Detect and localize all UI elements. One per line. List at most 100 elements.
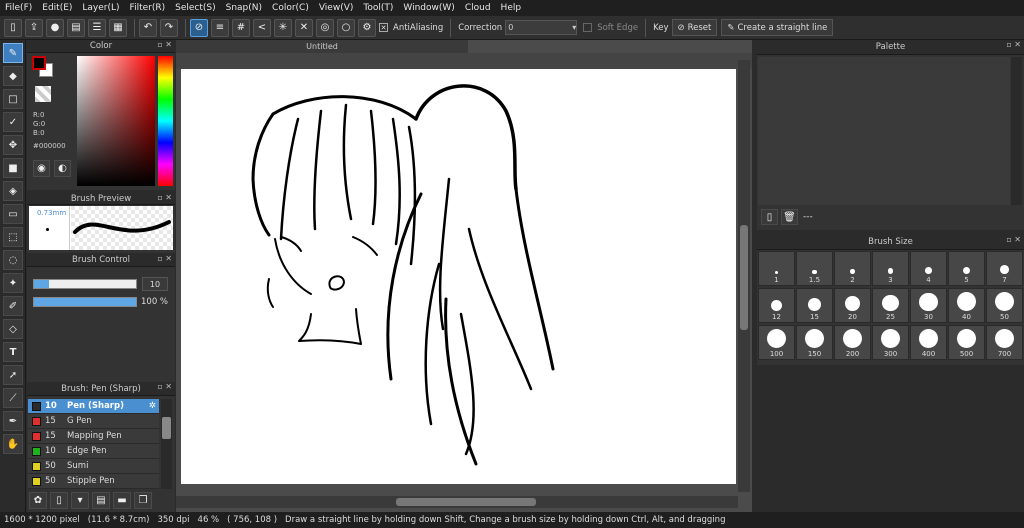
color-picker-icon[interactable]: ◐	[54, 160, 71, 177]
brush-list-item[interactable]: 50 Sumi	[28, 459, 159, 474]
menu-item[interactable]: Tool(T)	[363, 3, 393, 13]
canvas-vertical-scrollbar[interactable]	[738, 60, 750, 492]
list-icon[interactable]: ☰	[88, 18, 106, 37]
dot-tool-icon[interactable]: ✓	[3, 112, 23, 132]
select-eraser-tool-icon[interactable]: ◇	[3, 319, 23, 339]
delete-palette-icon[interactable]: 🗑	[781, 209, 798, 225]
new-palette-icon[interactable]: ▯	[761, 209, 778, 225]
rectangle-tool-icon[interactable]: □	[3, 89, 23, 109]
brush-list-scroll-thumb[interactable]	[162, 417, 171, 439]
duplicate-icon[interactable]: ❐	[134, 492, 152, 509]
snap-circle-icon[interactable]: ○	[337, 18, 355, 37]
snap-perspective-icon[interactable]: <	[253, 18, 271, 37]
folder-icon[interactable]: ▬	[113, 492, 131, 509]
brush-size-option[interactable]: 300	[872, 325, 909, 360]
page-icon[interactable]: ▤	[67, 18, 85, 37]
brush-list-item[interactable]: 50 Stipple Pen	[28, 474, 159, 489]
undo-icon[interactable]: ↶	[139, 18, 157, 37]
brush-size-option[interactable]: 4	[910, 251, 947, 286]
brush-size-option[interactable]: 1.5	[796, 251, 833, 286]
comment-icon[interactable]: ●	[46, 18, 64, 37]
brush-list-item[interactable]: 15 Mapping Pen	[28, 429, 159, 444]
gradient-tool-icon[interactable]: ▭	[3, 204, 23, 224]
close-icon[interactable]: ▫ ✕	[1006, 235, 1021, 244]
saturation-value-picker[interactable]	[77, 56, 155, 186]
palette-scrollbar[interactable]	[1011, 57, 1022, 205]
brush-list-scrollbar[interactable]	[161, 399, 172, 489]
snap-off-icon[interactable]: ⊘	[190, 18, 208, 37]
brush-size-option[interactable]: 7	[986, 251, 1023, 286]
brush-size-option[interactable]: 200	[834, 325, 871, 360]
brush-size-option[interactable]: 12	[758, 288, 795, 323]
menu-item[interactable]: Layer(L)	[82, 3, 119, 13]
hue-slider[interactable]	[158, 56, 173, 186]
brush-size-option[interactable]: 20	[834, 288, 871, 323]
select-tool-icon[interactable]: ⬚	[3, 227, 23, 247]
snap-parallel-icon[interactable]: ≡	[211, 18, 229, 37]
grid-icon[interactable]: ▦	[109, 18, 127, 37]
straight-line-button[interactable]: ✎ Create a straight line	[721, 19, 834, 36]
lasso-tool-icon[interactable]: ◌	[3, 250, 23, 270]
eyedropper-tool-icon[interactable]: ✒	[3, 411, 23, 431]
menu-item[interactable]: Filter(R)	[130, 3, 166, 13]
redo-icon[interactable]: ↷	[160, 18, 178, 37]
close-icon[interactable]: ▫ ✕	[157, 193, 172, 202]
divide-tool-icon[interactable]: ⟋	[3, 388, 23, 408]
brush-size-option[interactable]: 1	[758, 251, 795, 286]
menu-item[interactable]: File(F)	[5, 3, 32, 13]
brush-tool-icon[interactable]: ✎	[3, 43, 23, 63]
palette-swatch-area[interactable]	[758, 57, 1010, 205]
gear-icon[interactable]: ✲	[149, 401, 156, 411]
select-pen-tool-icon[interactable]: ✐	[3, 296, 23, 316]
brush-size-value[interactable]: 10	[142, 277, 168, 291]
brush-size-option[interactable]: 700	[986, 325, 1023, 360]
correction-select[interactable]: 0 ▾	[505, 20, 578, 35]
move-tool-icon[interactable]: ✥	[3, 135, 23, 155]
hand-tool-icon[interactable]: ✋	[3, 434, 23, 454]
brush-list-item[interactable]: 10 Edge Pen	[28, 444, 159, 459]
brush-size-option[interactable]: 40	[948, 288, 985, 323]
brush-list-item[interactable]: 15 G Pen	[28, 414, 159, 429]
brush-size-option[interactable]: 400	[910, 325, 947, 360]
brush-size-option[interactable]: 15	[796, 288, 833, 323]
canvas-horizontal-scrollbar[interactable]	[176, 496, 738, 508]
reset-button[interactable]: ⊘ Reset	[671, 19, 718, 36]
brush-size-option[interactable]: 30	[910, 288, 947, 323]
snap-crosshair-icon[interactable]: ✕	[295, 18, 313, 37]
snap-settings-icon[interactable]: ⚙	[358, 18, 376, 37]
brush-size-option[interactable]: 25	[872, 288, 909, 323]
brush-list-item[interactable]: 10 Pen (Sharp) ✲	[28, 399, 159, 414]
new-file-icon[interactable]: ▯	[4, 18, 22, 37]
brush-size-option[interactable]: 5	[948, 251, 985, 286]
brush-settings-icon[interactable]: ▤	[92, 492, 110, 509]
menu-item[interactable]: Snap(N)	[226, 3, 262, 13]
eraser-tool-icon[interactable]: ◆	[3, 66, 23, 86]
brush-menu-icon[interactable]: ▾	[71, 492, 89, 509]
close-icon[interactable]: ▫ ✕	[1006, 40, 1021, 49]
brush-size-option[interactable]: 500	[948, 325, 985, 360]
transparent-swatch[interactable]	[35, 86, 51, 102]
menu-item[interactable]: Help	[501, 3, 522, 13]
brush-size-slider[interactable]	[33, 279, 137, 289]
menu-item[interactable]: Cloud	[465, 3, 491, 13]
operation-tool-icon[interactable]: ➚	[3, 365, 23, 385]
brush-size-option[interactable]: 3	[872, 251, 909, 286]
snap-concentric-icon[interactable]: ◎	[316, 18, 334, 37]
opacity-slider[interactable]	[33, 297, 137, 307]
new-brush-icon[interactable]: ▯	[50, 492, 68, 509]
magic-wand-tool-icon[interactable]: ✦	[3, 273, 23, 293]
bucket-tool-icon[interactable]: ◈	[3, 181, 23, 201]
color-wheel-icon[interactable]: ◉	[33, 160, 50, 177]
text-tool-icon[interactable]: T	[3, 342, 23, 362]
snap-grid-icon[interactable]: #	[232, 18, 250, 37]
soft-edge-checkbox[interactable]	[583, 23, 593, 32]
drawing-canvas[interactable]	[181, 69, 736, 484]
close-icon[interactable]: ▫ ✕	[157, 254, 172, 263]
close-icon[interactable]: ▫ ✕	[157, 382, 172, 391]
share-icon[interactable]: ⇪	[25, 18, 43, 37]
vertical-scroll-thumb[interactable]	[740, 225, 748, 330]
close-icon[interactable]: ▫ ✕	[157, 40, 172, 49]
snap-radial-icon[interactable]: ✳	[274, 18, 292, 37]
brush-size-option[interactable]: 150	[796, 325, 833, 360]
menu-item[interactable]: Color(C)	[272, 3, 309, 13]
